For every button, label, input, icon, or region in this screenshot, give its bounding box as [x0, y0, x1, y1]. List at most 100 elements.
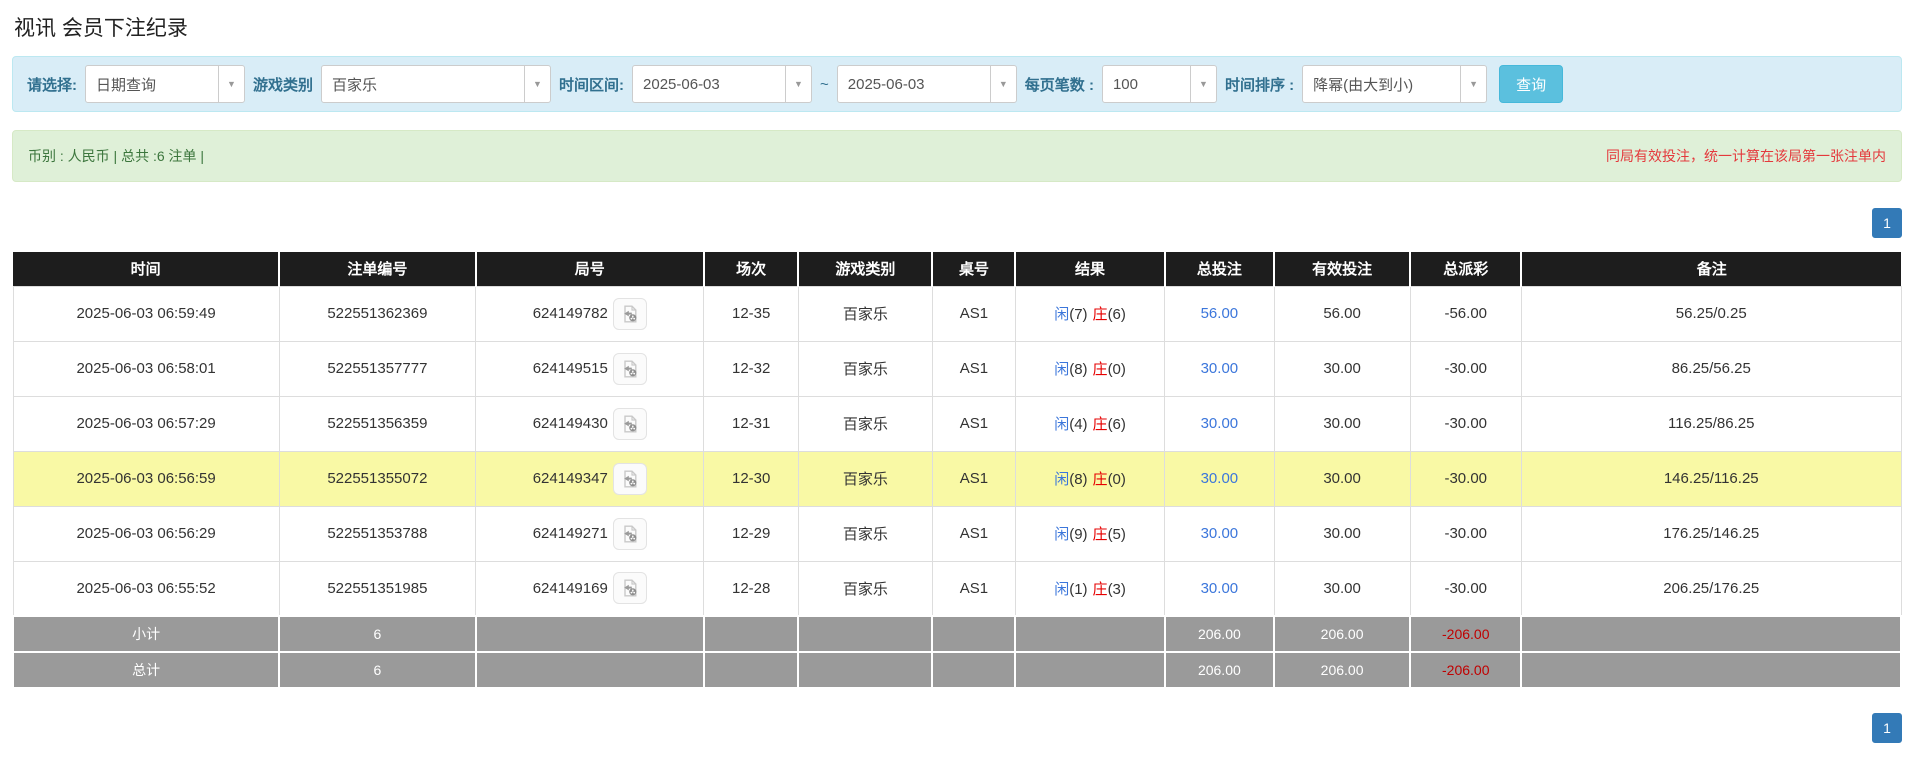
column-header-payout: 总派彩: [1409, 252, 1522, 286]
table-row: 2025-06-03 06:55:52 522551351985 6241491…: [12, 560, 1902, 617]
total-bet-link[interactable]: 30.00: [1201, 415, 1239, 432]
film-icon: [624, 525, 637, 542]
cell-result: 闲(8) 庄(0): [1014, 450, 1166, 507]
cell-table-no: AS1: [931, 395, 1016, 452]
search-button[interactable]: 查询: [1499, 65, 1564, 103]
total-count: 6: [278, 651, 477, 689]
column-header-session: 场次: [702, 252, 799, 286]
video-replay-button[interactable]: [612, 517, 647, 550]
video-replay-button[interactable]: [612, 572, 647, 605]
cell-game-type: 百家乐: [797, 560, 933, 617]
cell-result: 闲(7) 庄(6): [1014, 285, 1166, 342]
query-type-label: 请选择:: [27, 76, 77, 94]
total-bet-link[interactable]: 56.00: [1201, 305, 1239, 322]
cell-session: 12-31: [703, 395, 799, 452]
film-icon: [624, 360, 637, 377]
total-bet-link[interactable]: 30.00: [1201, 470, 1239, 487]
column-header-game-type: 游戏类别: [797, 252, 933, 286]
round-no-text: 624149169: [532, 579, 608, 597]
date-to-input[interactable]: 2025-06-03 ▼: [836, 65, 1017, 103]
table-row: 2025-06-03 06:58:01 522551357777 6241495…: [12, 340, 1902, 397]
cell-payout: -30.00: [1409, 395, 1522, 452]
subtotal-total-bet: 206.00: [1163, 615, 1276, 653]
page-size-select[interactable]: 100 ▼: [1101, 65, 1217, 103]
table-footer: 小计 6 206.00 206.00 -206.00 总计 6 206.00 2…: [11, 615, 1902, 689]
column-header-total-bet: 总投注: [1163, 252, 1275, 286]
result-banker-value: (3): [1107, 580, 1126, 598]
cell-valid-bet: 30.00: [1273, 505, 1411, 562]
column-header-result: 结果: [1014, 252, 1165, 286]
game-type-select[interactable]: 百家乐 ▼: [321, 65, 552, 103]
page-number-button[interactable]: 1: [1872, 713, 1902, 743]
cell-bet-no: 522551353788: [278, 505, 477, 562]
cell-table-no: AS1: [931, 285, 1016, 342]
cell-total-bet: 56.00: [1164, 285, 1275, 342]
result-banker-label: 庄: [1092, 580, 1108, 598]
cell-total-bet: 30.00: [1164, 505, 1275, 562]
cell-valid-bet: 30.00: [1273, 340, 1411, 397]
total-bet-link[interactable]: 30.00: [1201, 360, 1239, 377]
cell-round-no: 624149515: [475, 340, 705, 397]
table-row: 2025-06-03 06:56:59 522551355072 6241493…: [12, 450, 1902, 507]
film-icon: [624, 305, 637, 322]
currency-summary-text: 币别 : 人民币 | 总共 :6 注单 |: [28, 148, 205, 164]
total-payout: -206.00: [1409, 651, 1523, 689]
cell-time: 2025-06-03 06:55:52: [12, 560, 280, 617]
cell-session: 12-32: [703, 340, 799, 397]
cell-time: 2025-06-03 06:59:49: [12, 285, 280, 342]
query-type-select[interactable]: 日期查询 ▼: [85, 65, 245, 103]
cell-bet-no: 522551357777: [278, 340, 477, 397]
date-from-input[interactable]: 2025-06-03 ▼: [632, 65, 813, 103]
page-number-button[interactable]: 1: [1872, 208, 1902, 238]
summary-bar: 币别 : 人民币 | 总共 :6 注单 | 同局有效投注，统一计算在该局第一张注…: [12, 130, 1902, 182]
caret-down-icon: ▼: [218, 66, 244, 102]
cell-round-no: 624149782: [475, 285, 705, 342]
round-no-text: 624149271: [532, 525, 608, 542]
result-player-value: (9): [1069, 526, 1088, 543]
cell-bet-no: 522551355072: [278, 450, 477, 507]
cell-session: 12-29: [703, 505, 799, 562]
video-replay-button[interactable]: [612, 297, 647, 330]
video-replay-button[interactable]: [612, 352, 647, 385]
page-container: 视讯 会员下注纪录 请选择: 日期查询 ▼ 游戏类别 百家乐 ▼ 时间区间: 2…: [0, 0, 1914, 769]
cell-valid-bet: 56.00: [1273, 285, 1411, 342]
cell-table-no: AS1: [931, 505, 1016, 562]
result-banker-value: (0): [1107, 471, 1126, 488]
cell-remark: 86.25/56.25: [1520, 340, 1902, 397]
page-size-value: 100: [1112, 75, 1138, 93]
table-row: 2025-06-03 06:56:29 522551353788 6241492…: [12, 505, 1902, 562]
result-banker-label: 庄: [1092, 361, 1108, 378]
pagination-bottom: 1: [12, 713, 1902, 743]
sort-select[interactable]: 降幂(由大到小) ▼: [1302, 65, 1488, 103]
result-player-value: (8): [1069, 361, 1088, 378]
round-no-text: 624149782: [532, 305, 608, 322]
video-replay-button[interactable]: [612, 462, 647, 495]
round-no-text: 624149515: [532, 360, 608, 377]
sort-value: 降幂(由大到小): [1313, 76, 1414, 94]
cell-time: 2025-06-03 06:56:29: [12, 505, 280, 562]
cell-total-bet: 30.00: [1164, 395, 1275, 452]
time-range-label: 时间区间:: [559, 76, 625, 94]
cell-result: 闲(4) 庄(6): [1014, 395, 1166, 452]
total-bet-link[interactable]: 30.00: [1201, 580, 1239, 597]
caret-down-icon: ▼: [1189, 66, 1216, 102]
total-valid-bet: 206.00: [1273, 651, 1412, 689]
column-header-valid-bet: 有效投注: [1273, 252, 1411, 286]
query-type-value: 日期查询: [96, 76, 157, 94]
page-title: 视讯 会员下注纪录: [14, 17, 188, 40]
cell-game-type: 百家乐: [797, 340, 933, 397]
cell-round-no: 624149347: [475, 450, 705, 507]
result-banker-label: 庄: [1092, 526, 1108, 543]
video-replay-button[interactable]: [612, 407, 647, 440]
cell-valid-bet: 30.00: [1273, 395, 1411, 452]
cell-game-type: 百家乐: [797, 395, 933, 452]
round-no-text: 624149347: [532, 470, 608, 487]
cell-payout: -30.00: [1409, 340, 1522, 397]
cell-time: 2025-06-03 06:56:59: [12, 450, 280, 507]
date-from-value: 2025-06-03: [643, 75, 720, 93]
result-player-label: 闲: [1054, 471, 1070, 488]
result-player-label: 闲: [1054, 580, 1070, 598]
cell-round-no: 624149169: [475, 560, 705, 617]
cell-result: 闲(1) 庄(3): [1014, 560, 1166, 617]
total-bet-link[interactable]: 30.00: [1201, 525, 1239, 542]
